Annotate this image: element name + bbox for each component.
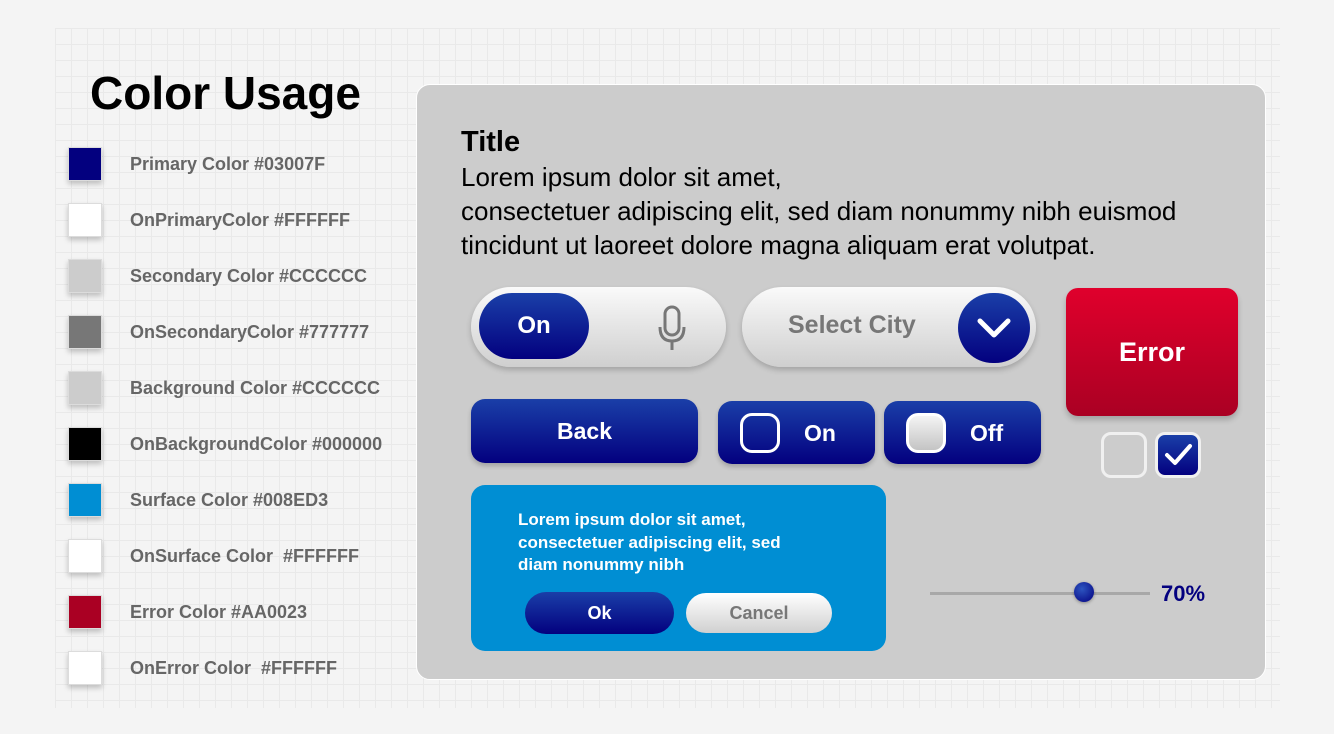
color-swatch — [68, 203, 102, 237]
color-label: Background Color #CCCCCC — [130, 377, 381, 398]
cancel-button[interactable]: Cancel — [686, 593, 832, 633]
color-swatch — [68, 259, 102, 293]
palette-row: OnSurface Color #FFFFFF — [68, 538, 359, 574]
color-swatch — [68, 371, 102, 405]
microphone-icon[interactable] — [656, 305, 688, 353]
dialog-line: Lorem ipsum dolor sit amet, — [518, 510, 746, 529]
error-button[interactable]: Error — [1066, 288, 1238, 416]
preview-body-text: Lorem ipsum dolor sit amet, consectetuer… — [461, 160, 1251, 262]
color-swatch — [68, 539, 102, 573]
dialog-message: Lorem ipsum dolor sit amet, consectetuer… — [518, 509, 781, 577]
color-label: Primary Color #03007F — [130, 153, 326, 174]
dialog-line: consectetuer adipiscing elit, sed — [518, 532, 781, 552]
color-label: Surface Color #008ED3 — [130, 489, 329, 510]
palette-row: Secondary Color #CCCCCC — [68, 258, 367, 294]
color-label: OnSecondaryColor #777777 — [130, 321, 370, 342]
color-swatch — [68, 315, 102, 349]
select-placeholder: Select City — [788, 311, 916, 339]
color-swatch — [68, 651, 102, 685]
toggle-on-option[interactable]: On — [718, 401, 875, 464]
color-label: Error Color #AA0023 — [130, 601, 308, 622]
voice-toggle[interactable]: On — [471, 287, 726, 367]
color-label: OnPrimaryColor #FFFFFF — [130, 209, 351, 230]
back-button[interactable]: Back — [471, 399, 698, 463]
color-swatch — [68, 147, 102, 181]
option-label: Off — [970, 420, 1004, 446]
palette-row: OnPrimaryColor #FFFFFF — [68, 202, 350, 238]
option-label: On — [804, 420, 836, 446]
toggle-on-button[interactable]: On — [479, 293, 589, 359]
color-label: OnBackgroundColor #000000 — [130, 433, 383, 454]
slider-value-label: 70% — [1161, 581, 1206, 606]
city-select[interactable]: Select City — [742, 287, 1036, 367]
palette-row: Background Color #CCCCCC — [68, 370, 380, 406]
palette-row: Error Color #AA0023 — [68, 594, 307, 630]
color-swatch — [68, 595, 102, 629]
body-line: consectetuer adipiscing elit, sed diam n… — [461, 196, 1177, 226]
slider-track[interactable] — [930, 592, 1150, 595]
color-swatch — [68, 483, 102, 517]
body-line: Lorem ipsum dolor sit amet, — [461, 162, 782, 192]
dropdown-button[interactable] — [958, 293, 1030, 363]
checkmark-icon — [1165, 444, 1192, 465]
color-label: OnSurface Color #FFFFFF — [130, 545, 360, 566]
toggle-off-option[interactable]: Off — [884, 401, 1041, 464]
checkbox-checked[interactable] — [1155, 432, 1201, 478]
chevron-down-icon — [977, 318, 1011, 338]
slider-thumb[interactable] — [1074, 582, 1094, 602]
ok-button[interactable]: Ok — [525, 592, 674, 634]
page-heading: Color Usage — [90, 67, 361, 119]
color-label: Secondary Color #CCCCCC — [130, 265, 368, 286]
palette-row: Primary Color #03007F — [68, 146, 325, 182]
surface-dialog: Lorem ipsum dolor sit amet, consectetuer… — [471, 485, 886, 651]
checkbox-unchecked[interactable] — [1101, 432, 1147, 478]
palette-row: OnError Color #FFFFFF — [68, 650, 337, 686]
palette-row: OnSecondaryColor #777777 — [68, 314, 369, 350]
option-box-filled — [906, 413, 946, 453]
color-swatch — [68, 427, 102, 461]
body-line: tincidunt ut laoreet dolore magna aliqua… — [461, 230, 1096, 260]
palette-row: Surface Color #008ED3 — [68, 482, 328, 518]
dialog-line: diam nonummy nibh — [518, 555, 685, 574]
palette-row: OnBackgroundColor #000000 — [68, 426, 382, 462]
option-box-empty — [740, 413, 780, 453]
preview-title: Title — [461, 126, 521, 158]
color-label: OnError Color #FFFFFF — [130, 657, 337, 678]
